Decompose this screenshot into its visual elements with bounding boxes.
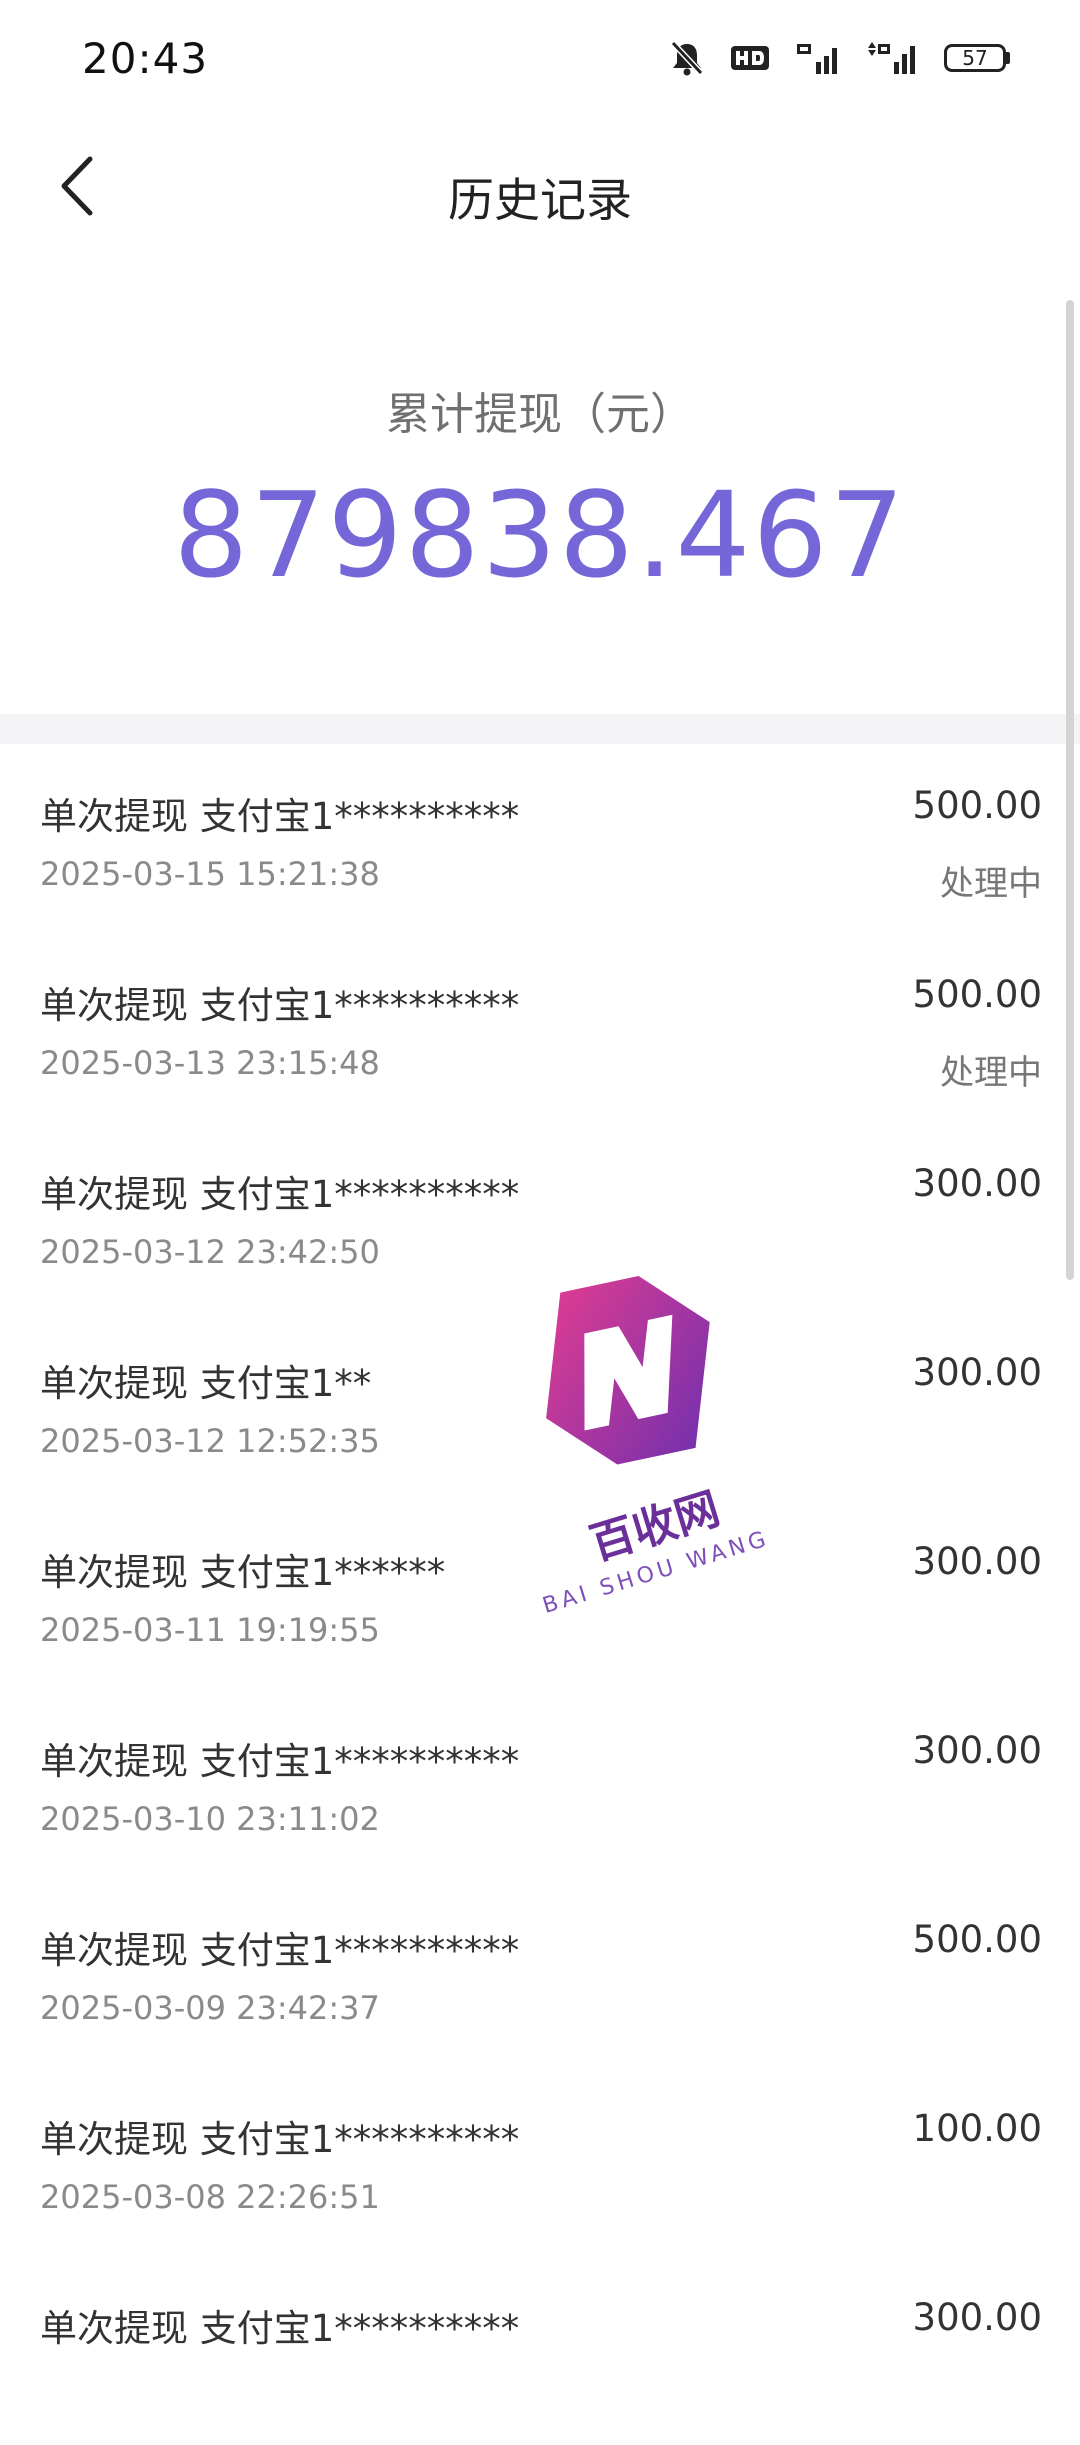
record-status: 处理中 (940, 1053, 1042, 1093)
list-item[interactable]: 单次提现 支付宝1********** 2025-03-12 23:42:50 … (0, 1122, 1080, 1311)
record-title: 单次提现 支付宝1********** (40, 2118, 520, 2161)
summary-label: 累计提现（元） (386, 389, 694, 440)
record-time: 2025-03-10 23:11:02 (40, 1800, 380, 1838)
record-title: 单次提现 支付宝1********** (40, 1173, 520, 1216)
record-amount: 100.00 (912, 2107, 1042, 2150)
signal-5g-icon (868, 40, 918, 76)
record-time: 2025-03-12 12:52:35 (40, 1422, 380, 1460)
record-amount: 300.00 (912, 2296, 1042, 2339)
record-amount: 300.00 (912, 1540, 1042, 1583)
battery-tip (1006, 52, 1010, 64)
record-title: 单次提现 支付宝1********** (40, 1740, 520, 1783)
record-amount: 300.00 (912, 1351, 1042, 1394)
scrollbar[interactable] (1066, 300, 1074, 1280)
list-item[interactable]: 单次提现 支付宝1********** 2025-03-08 22:26:51 … (0, 2067, 1080, 2256)
record-time: 2025-03-13 23:15:48 (40, 1044, 380, 1082)
nav-bar: 历史记录 (0, 120, 1080, 270)
record-title: 单次提现 支付宝1********** (40, 984, 520, 1027)
list-item[interactable]: 单次提现 支付宝1********** 300.00 (0, 2256, 1080, 2445)
record-status: 处理中 (940, 864, 1042, 904)
status-time: 20:43 (82, 34, 209, 83)
withdrawal-summary: 累计提现（元） 879838.467 (0, 270, 1080, 714)
list-item[interactable]: 单次提现 支付宝1********** 2025-03-15 15:21:38 … (0, 744, 1080, 933)
record-title: 单次提现 支付宝1********** (40, 1929, 520, 1972)
record-title: 单次提现 支付宝1********** (40, 795, 520, 838)
record-title: 单次提现 支付宝1****** (40, 1551, 446, 1594)
record-time: 2025-03-12 23:42:50 (40, 1233, 380, 1271)
record-time: 2025-03-08 22:26:51 (40, 2178, 380, 2216)
record-title: 单次提现 支付宝1********** (40, 2307, 520, 2350)
list-item[interactable]: 单次提现 支付宝1** 2025-03-12 12:52:35 300.00 (0, 1311, 1080, 1500)
list-item[interactable]: 单次提现 支付宝1********** 2025-03-09 23:42:37 … (0, 1878, 1080, 2067)
hd-icon (730, 43, 770, 73)
page-title: 历史记录 (448, 173, 632, 227)
record-amount: 300.00 (912, 1162, 1042, 1205)
record-list: 单次提现 支付宝1********** 2025-03-15 15:21:38 … (0, 744, 1080, 2445)
record-title: 单次提现 支付宝1** (40, 1362, 372, 1405)
list-item[interactable]: 单次提现 支付宝1****** 2025-03-11 19:19:55 300.… (0, 1500, 1080, 1689)
bell-muted-icon (670, 40, 704, 76)
record-time: 2025-03-15 15:21:38 (40, 855, 380, 893)
status-icons: 57 (670, 36, 1010, 80)
list-item[interactable]: 单次提现 支付宝1********** 2025-03-13 23:15:48 … (0, 933, 1080, 1122)
list-item[interactable]: 单次提现 支付宝1********** 2025-03-10 23:11:02 … (0, 1689, 1080, 1878)
battery-indicator: 57 (944, 44, 1010, 72)
record-amount: 500.00 (912, 784, 1042, 827)
record-time: 2025-03-11 19:19:55 (40, 1611, 380, 1649)
battery-level: 57 (944, 44, 1006, 72)
record-amount: 500.00 (912, 973, 1042, 1016)
status-bar: 20:43 57 (0, 0, 1080, 120)
record-amount: 300.00 (912, 1729, 1042, 1772)
signal-5g-icon (796, 40, 842, 76)
section-divider (0, 714, 1080, 744)
record-amount: 500.00 (912, 1918, 1042, 1961)
summary-amount: 879838.467 (173, 466, 907, 604)
record-time: 2025-03-09 23:42:37 (40, 1989, 380, 2027)
